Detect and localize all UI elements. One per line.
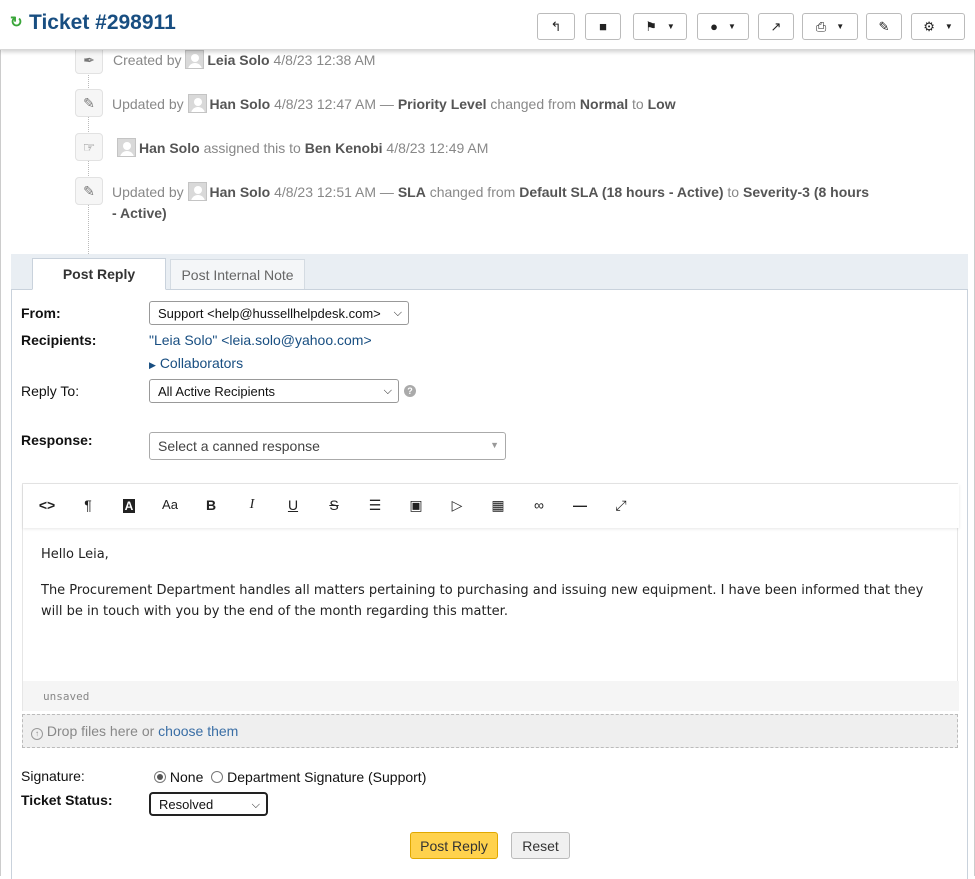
chevron-down-icon: ▼ xyxy=(944,22,953,31)
bold-icon[interactable]: B xyxy=(200,497,222,513)
pencil-icon: ✎ xyxy=(75,89,103,117)
thumbs-up-icon: ☞ xyxy=(75,133,103,161)
user-icon: ● xyxy=(710,19,718,34)
reply-back-button[interactable]: ↰ xyxy=(537,13,575,40)
tab-post-internal-note[interactable]: Post Internal Note xyxy=(170,259,305,290)
flag-icon: ⚑ xyxy=(645,18,657,34)
chevron-down-icon: ▼ xyxy=(836,22,845,31)
fullscreen-icon[interactable]: ⤢ xyxy=(610,497,632,514)
strikethrough-icon[interactable]: S xyxy=(323,497,345,513)
upload-icon: ↑ xyxy=(31,728,43,740)
document-icon: ■ xyxy=(599,19,607,34)
reply-to-value: All Active Recipients xyxy=(158,383,276,399)
signature-option-none[interactable]: None Department Signature (Support) xyxy=(154,769,426,785)
file-drop-zone[interactable]: ↑ Drop files here or choose them xyxy=(22,714,958,748)
recipients-label: Recipients: xyxy=(21,332,97,348)
paragraph-icon[interactable]: ¶ xyxy=(77,497,99,513)
from-label: From: xyxy=(21,305,61,321)
timeline-entry: Han Solo assigned this to Ben Kenobi 4/8… xyxy=(117,138,488,159)
underline-icon[interactable]: U xyxy=(282,497,304,513)
caret-right-icon: ▶ xyxy=(149,360,156,370)
timeline-entry: Created by Leia Solo 4/8/23 12:38 AM xyxy=(113,50,376,69)
signature-option-label: Department Signature (Support) xyxy=(227,769,427,785)
post-reply-button[interactable]: Post Reply xyxy=(410,832,498,859)
collaborators-toggle[interactable]: ▶ Collaborators xyxy=(149,355,243,371)
editor-greeting: Hello Leia, xyxy=(41,547,109,562)
ticket-status-select[interactable]: Resolved ⌵ xyxy=(149,792,268,816)
settings-menu-button[interactable]: ⚙ ▼ xyxy=(911,13,965,40)
printer-icon: ⎙ xyxy=(815,18,827,34)
reply-to-label: Reply To: xyxy=(21,383,80,399)
collaborators-label: Collaborators xyxy=(159,355,244,371)
chevron-down-icon: ▼ xyxy=(666,22,675,31)
flag-menu-button[interactable]: ⚑ ▼ xyxy=(633,13,687,40)
page-title: Ticket #298911 xyxy=(29,11,176,34)
drop-text: Drop files here or xyxy=(46,723,155,739)
code-view-icon[interactable]: <> xyxy=(36,497,58,513)
chevron-down-icon: ⌵ xyxy=(393,307,402,319)
chevron-down-icon: ▼ xyxy=(490,440,499,450)
recipients-link[interactable]: "Leia Solo" <leia.solo@yahoo.com> xyxy=(149,332,372,348)
response-label: Response: xyxy=(21,432,93,448)
editor-toolbar: <> ¶ A Aa B I U S ☰ ▣ ▷ ▦ ∞ — ⤢ xyxy=(23,484,959,528)
edit-icon: ✎ xyxy=(878,18,890,34)
canned-response-placeholder: Select a canned response xyxy=(158,438,320,454)
video-icon[interactable]: ▷ xyxy=(446,497,468,514)
radio-unselected[interactable] xyxy=(211,771,224,783)
share-icon: ↗ xyxy=(770,18,782,34)
chevron-down-icon: ▼ xyxy=(727,22,736,31)
timeline-entry: Updated by Han Solo 4/8/23 12:51 AM — SL… xyxy=(112,182,870,221)
avatar xyxy=(185,50,205,69)
timeline-entry: Updated by Han Solo 4/8/23 12:47 AM — Pr… xyxy=(112,94,676,113)
link-icon[interactable]: ∞ xyxy=(528,497,550,513)
canned-response-select[interactable]: Select a canned response ▼ xyxy=(149,432,506,460)
list-icon[interactable]: ☰ xyxy=(364,497,386,514)
signature-option-label: None xyxy=(169,769,204,785)
pencil-icon: ✎ xyxy=(75,177,103,205)
refresh-icon[interactable]: ↻ xyxy=(10,13,23,31)
reply-to-select[interactable]: All Active Recipients ⌵ xyxy=(149,379,399,403)
image-icon[interactable]: ▣ xyxy=(405,497,427,514)
from-value: Support <help@hussellhelpdesk.com> xyxy=(158,305,381,321)
assign-menu-button[interactable]: ● ▼ xyxy=(697,13,749,40)
font-color-icon[interactable]: A xyxy=(118,497,140,513)
share-button[interactable]: ↗ xyxy=(758,13,794,40)
editor-paragraph: The Procurement Department handles all m… xyxy=(41,583,924,619)
italic-icon[interactable]: I xyxy=(241,497,263,513)
avatar xyxy=(187,94,207,113)
reply-icon: ↰ xyxy=(550,18,562,34)
chevron-down-icon: ⌵ xyxy=(251,799,260,811)
wand-icon: ✒ xyxy=(75,46,103,74)
rich-text-editor: <> ¶ A Aa B I U S ☰ ▣ ▷ ▦ ∞ — ⤢ Hello Le… xyxy=(22,483,959,711)
help-icon[interactable]: ? xyxy=(404,385,416,397)
table-icon[interactable]: ▦ xyxy=(487,497,509,514)
print-doc-button[interactable]: ■ xyxy=(585,13,621,40)
radio-selected[interactable] xyxy=(154,771,166,783)
horizontal-rule-icon[interactable]: — xyxy=(569,497,591,513)
ticket-status-value: Resolved xyxy=(159,796,214,812)
choose-files-link[interactable]: choose them xyxy=(158,723,238,739)
gear-icon: ⚙ xyxy=(923,18,935,34)
editor-body[interactable]: Hello Leia, The Procurement Department h… xyxy=(41,544,941,622)
avatar xyxy=(187,182,207,201)
tab-post-reply[interactable]: Post Reply xyxy=(32,258,166,290)
ticket-status-label: Ticket Status: xyxy=(21,792,113,808)
avatar xyxy=(117,138,136,157)
reset-button[interactable]: Reset xyxy=(511,832,570,859)
print-menu-button[interactable]: ⎙ ▼ xyxy=(802,13,858,40)
edit-button[interactable]: ✎ xyxy=(866,13,902,40)
from-select[interactable]: Support <help@hussellhelpdesk.com> ⌵ xyxy=(149,301,409,325)
signature-label: Signature: xyxy=(21,768,85,784)
ticket-header: ↻ Ticket #298911 ↰ ■ ⚑ ▼ ● ▼ ↗ ⎙ ▼ ✎ ⚙ ▼ xyxy=(0,0,975,50)
font-size-icon[interactable]: Aa xyxy=(159,497,181,512)
chevron-down-icon: ⌵ xyxy=(383,385,392,397)
editor-save-status: unsaved xyxy=(23,681,959,711)
